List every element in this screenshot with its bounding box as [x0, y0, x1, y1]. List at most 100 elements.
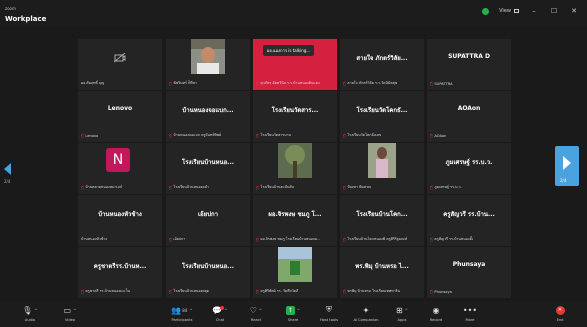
participant-photo — [368, 143, 396, 178]
muted-mic-icon: 🎙̸ — [430, 81, 433, 86]
participant-photo — [278, 247, 312, 282]
participants-icon: 👥 — [171, 305, 182, 315]
muted-mic-icon: 🎙̸ — [343, 132, 346, 138]
meeting-toolbar: 🎙 ^ Audio ▭ ^ Video 👥 84 ^ Participants 💬 ^ C… — [0, 301, 587, 327]
participant-name: ภูมเศรษฐ์ รร.บ.ว. — [445, 159, 493, 166]
participant-tile[interactable]: บ้านหนองจอแบก... 🎙̸ บ้านหนองจอแบก ครูจันทร… — [166, 91, 250, 142]
end-button[interactable]: ✕ End — [540, 303, 580, 322]
chevron-up-icon[interactable]: ^ — [297, 308, 300, 313]
security-shield-icon[interactable] — [482, 7, 490, 15]
participant-label: 🎙̸ โรงเรียนบ้านหนองพลุด — [169, 288, 209, 294]
participant-tile[interactable]: ผอ.สัมฤทธิ์ บุญ — [78, 39, 162, 90]
video-stage: 2/4 ผอ.สัมฤทธิ์ บุญ 🎙̸ พัชรินทร์ ก็ทีสา ผอ.… — [0, 27, 587, 301]
participant-tile[interactable]: โรงเรียนวัดโคกธั... 🎙̸ โรงเรียนวัดโคกธั่งเ… — [340, 91, 424, 142]
participant-name: พร.พิมุ บ้านหรอ ไ... — [355, 263, 409, 270]
more-button[interactable]: ••• More — [450, 303, 490, 323]
participant-label-text: ปัณฑา พิมสรณ — [347, 185, 372, 189]
participant-tile[interactable]: Phunsaya 🎙̸ Phunsaya — [427, 247, 511, 298]
record-icon: ◉ — [432, 305, 440, 315]
more-icon: ••• — [462, 305, 478, 315]
participant-tile[interactable]: ภูมเศรษฐ์ รร.บ.ว. 🎙̸ ภูมเศรษฐ์ รร.บ.ว. — [427, 143, 511, 194]
participant-tile[interactable]: 🎙̸ พัชรินทร์ ก็ทีสา — [166, 39, 250, 90]
participant-tile[interactable]: Lenovo 🎙̸ Lenovo — [78, 91, 162, 142]
chat-button[interactable]: 💬 ^ Chat — [200, 303, 240, 322]
participants-button[interactable]: 👥 84 ^ Participants — [162, 303, 202, 323]
microphone-icon: 🎙 — [22, 305, 33, 315]
video-label: Video — [64, 318, 76, 322]
participant-label: 🎙̸ ภูมเศรษฐ์ รร.บ.ว. — [430, 184, 462, 190]
muted-mic-icon: 🎙̸ — [256, 236, 259, 242]
chevron-up-icon[interactable]: ^ — [34, 308, 37, 313]
next-page-button[interactable]: 2/4 — [555, 146, 579, 186]
chevron-up-icon[interactable]: ^ — [189, 308, 192, 313]
participant-tile[interactable]: โรงเรียนวัดสาร... 🎙̸ โรงเรียนวัดสารบาน — [253, 91, 337, 142]
participant-label-text: เอ้ยปกา — [173, 237, 186, 241]
brand-workplace: Workplace — [5, 14, 47, 23]
participant-tile[interactable]: ครูสัญวรี รร.บ้าน... 🎙̸ ครูสัญวรี รร.บ้านห… — [427, 195, 511, 246]
muted-mic-icon: 🎙̸ — [343, 80, 346, 86]
participant-tile[interactable]: SUPATTRA D 🎙̸ SUPATTRA — [427, 39, 511, 90]
participant-tile[interactable]: โรงเรียนบ้านหนอ... 🎙̸ โรงเรียนบ้านหนองพลุด — [166, 247, 250, 298]
participant-tile[interactable]: เอ้ยปกา 🎙̸ เอ้ยปกา — [166, 195, 250, 246]
participant-label-text: ครูชาตรี รร.บ้านหนองมะเว็น — [85, 289, 131, 293]
participant-label: 🎙̸ ครูชาตรี รร.บ้านหนองมะเว็น — [81, 288, 130, 294]
participant-name: AOAon — [457, 105, 481, 112]
video-button[interactable]: ▭ ^ Video — [50, 303, 90, 323]
participant-tile[interactable]: ผอ.จิรพงษ ชมภู โ... 🎙̸ ผอ.จิรพงษ ชมภู โรงเ… — [253, 195, 337, 246]
chevron-right-icon — [563, 156, 571, 170]
chat-label: Chat — [215, 318, 225, 322]
react-icon: ♡ — [249, 305, 257, 315]
participant-name: Lenovo — [107, 105, 133, 112]
participant-tile[interactable]: โรงเรียนบ้านโคก... 🎙̸ โรงเรียนบ้านโคกหนองพ… — [340, 195, 424, 246]
chevron-up-icon[interactable]: ^ — [73, 308, 76, 313]
participant-tile[interactable]: 🎙̸ ปัณฑา พิมสรณ — [340, 143, 424, 194]
maximize-icon[interactable]: ☐ — [549, 7, 559, 15]
react-button[interactable]: ♡ ^ React — [236, 303, 276, 323]
host-tools-button[interactable]: ⛨ Host tools — [309, 303, 349, 322]
participant-tile[interactable]: AOAon 🎙̸ AOAon — [427, 91, 511, 142]
muted-mic-icon: 🎙̸ — [343, 184, 346, 190]
prev-page-button[interactable]: 2/4 — [4, 159, 18, 193]
participant-tile[interactable]: 🎙̸ ครูศิริพัสย์ รร. วัดตึกวัดดี — [253, 247, 337, 298]
chevron-up-icon[interactable]: ^ — [259, 308, 262, 313]
participant-tile[interactable]: ครูชาตรีรร.บ้านห... 🎙̸ ครูชาตรี รร.บ้านหนอ… — [78, 247, 162, 298]
muted-mic-icon: 🎙̸ — [169, 236, 172, 242]
participant-label: 🎙̸ ผอ.จิรพงษ ชมภู โรงเรียนบ้านหนองม... — [256, 236, 320, 242]
participant-tile[interactable]: บ้านหนองหัวช้าง บ้านหนองหัวช้าง — [78, 195, 162, 246]
shield-icon: ⛨ — [326, 305, 332, 314]
participant-label: 🎙̸ Lenovo — [81, 133, 98, 138]
muted-mic-icon: 🎙̸ — [256, 80, 259, 86]
chevron-up-icon[interactable]: ^ — [224, 308, 227, 313]
view-label: View — [499, 8, 511, 14]
participant-tile[interactable]: สายใจ ภักตร์วิลัย... 🎙̸ สายใจ ภักตร์วิลัย … — [340, 39, 424, 90]
participant-tile[interactable]: ผอ.แมงการ is talking... 🎙̸ สุวภัทร อัตตวิน… — [253, 39, 337, 90]
share-label: Share — [287, 318, 299, 322]
close-icon[interactable]: ✕ — [569, 7, 579, 15]
participant-label-text: สุวภัทร อัตตวินิจ ร.ร.บ้านหนองดินแดง — [260, 81, 320, 85]
ai-companion-button[interactable]: ✦ AI Companion — [346, 303, 386, 323]
chevron-up-icon[interactable]: ^ — [405, 308, 408, 313]
participant-tile[interactable]: พร.พิมุ บ้านหรอ ไ... 🎙̸ พรพิมุ บ้านหรอ โรง… — [340, 247, 424, 298]
participant-label-text: ภูมเศรษฐ์ รร.บ.ว. — [434, 185, 462, 189]
muted-mic-icon: 🎙̸ — [169, 80, 172, 86]
participant-label: ผอ.สัมฤทธิ์ บุญ — [81, 80, 104, 86]
app-brand: zoom Workplace — [5, 5, 46, 23]
muted-mic-icon: 🎙̸ — [81, 133, 84, 138]
page-indicator-left: 2/4 — [4, 179, 11, 184]
muted-mic-icon: 🎙̸ — [256, 288, 259, 294]
audio-button[interactable]: 🎙 ^ Audio — [10, 303, 50, 323]
muted-mic-icon: 🎙̸ — [256, 132, 259, 138]
participant-label: 🎙̸ โรงเรียนบ้านหนองคลำ — [169, 184, 209, 190]
participant-label-text: AOAon — [434, 133, 447, 138]
minimize-icon[interactable]: – — [529, 7, 539, 15]
view-button[interactable]: View — [499, 8, 519, 14]
share-button[interactable]: ↑ ^ Share — [273, 303, 313, 322]
participant-tile[interactable]: 🎙̸ โรงเรียนบ้านตะลันสัน — [253, 143, 337, 194]
muted-mic-icon: 🎙̸ — [81, 288, 84, 294]
participant-tile[interactable]: N 🎙̸ บ้านตลาดหนองหมาเจน์ — [78, 143, 162, 194]
grid-view-icon — [514, 9, 519, 13]
participant-label-text: โรงเรียนวัดสารบาน — [260, 133, 291, 137]
participant-tile[interactable]: โรงเรียนบ้านหนอ... 🎙̸ โรงเรียนบ้านหนองคลำ — [166, 143, 250, 194]
participant-label-text: สายใจ ภักตร์วิลัย ร.ร.วัดนิมิตสุข — [347, 81, 398, 85]
host-tools-label: Host tools — [319, 318, 338, 322]
